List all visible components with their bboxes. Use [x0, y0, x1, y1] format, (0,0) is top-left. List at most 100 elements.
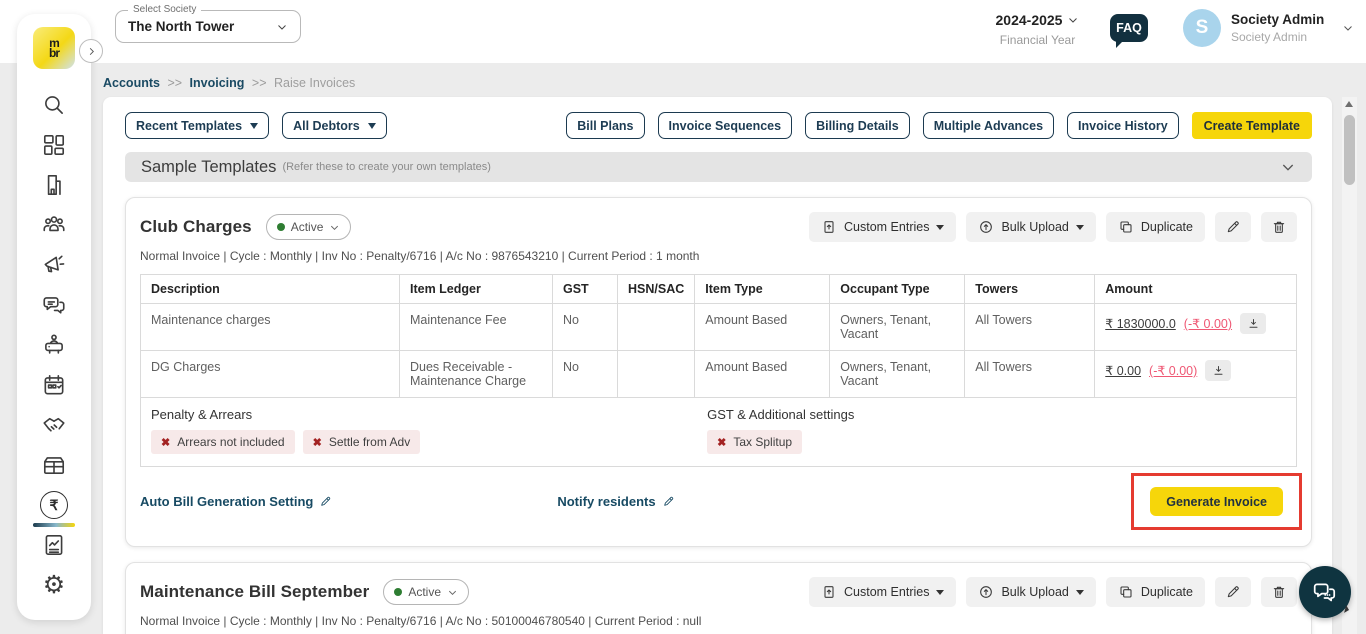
debtor-filter-dropdown[interactable]: All Debtors	[282, 112, 387, 139]
auto-bill-label: Auto Bill Generation Setting	[140, 494, 314, 509]
breadcrumb-separator: >>	[251, 76, 267, 90]
custom-entries-label: Custom Entries	[844, 220, 930, 234]
delete-template-button[interactable]	[1261, 212, 1297, 242]
sidebar-item-vendors[interactable]	[17, 405, 91, 445]
invoice-template-card-club-charges: Club Charges Active Custom Entries Bulk …	[125, 197, 1312, 547]
sidebar-item-community[interactable]	[17, 205, 91, 245]
download-icon	[1249, 318, 1258, 328]
edit-template-button[interactable]	[1215, 212, 1251, 242]
sidebar-item-inventory[interactable]	[17, 445, 91, 485]
cross-icon: ✖	[312, 436, 322, 449]
breadcrumb-accounts[interactable]: Accounts	[103, 76, 160, 90]
breadcrumb-invoicing[interactable]: Invoicing	[190, 76, 245, 90]
create-template-button[interactable]: Create Template	[1191, 112, 1312, 139]
duplicate-button[interactable]: Duplicate	[1105, 577, 1205, 607]
sidebar-item-bookings[interactable]	[17, 365, 91, 405]
edit-template-button[interactable]	[1215, 577, 1251, 607]
faq-button[interactable]: FAQ	[1110, 14, 1148, 48]
sample-templates-bar[interactable]: Sample Templates (Refer these to create …	[125, 152, 1312, 182]
chevron-right-icon	[89, 47, 94, 55]
multiple-advances-button[interactable]: Multiple Advances	[922, 112, 1055, 139]
invoice-template-card-maintenance-bill: Maintenance Bill September Active Custom…	[125, 562, 1312, 634]
sidebar-item-helpdesk[interactable]	[17, 325, 91, 365]
invoice-history-button[interactable]: Invoice History	[1067, 112, 1179, 139]
financial-year-select[interactable]: 2024-2025 Financial Year	[985, 12, 1090, 47]
card-title: Club Charges	[140, 217, 252, 236]
template-filter-dropdown[interactable]: Recent Templates	[125, 112, 270, 139]
cell-description: DG Charges	[140, 350, 400, 398]
sidebar-item-settings[interactable]: ⚙	[17, 565, 91, 605]
arrears-badge: ✖ Arrears not included	[151, 430, 295, 454]
sidebar-item-dashboard[interactable]	[17, 125, 91, 165]
cell-gst: No	[552, 303, 618, 351]
template-meta: Normal Invoice | Cycle : Monthly | Inv N…	[140, 249, 700, 263]
caret-down-icon	[250, 122, 259, 129]
template-filter-value: Recent Templates	[136, 118, 243, 133]
sidebar-item-building[interactable]	[17, 165, 91, 205]
download-button[interactable]	[1205, 360, 1232, 381]
community-icon	[43, 216, 65, 232]
chevron-down-icon	[331, 225, 339, 230]
financial-year-label: Financial Year	[999, 33, 1076, 47]
duplicate-label: Duplicate	[1140, 585, 1193, 599]
billing-details-button[interactable]: Billing Details	[805, 112, 910, 139]
chat-bubbles-icon	[43, 297, 65, 314]
user-name: Society Admin	[1231, 12, 1325, 27]
cross-icon: ✖	[717, 436, 727, 449]
tax-splitup-badge: ✖ Tax Splitup	[707, 430, 803, 454]
sidebar-item-chats[interactable]	[17, 285, 91, 325]
caret-down-icon	[936, 589, 945, 595]
amount-link[interactable]: ₹ 1830000.0	[1105, 316, 1176, 331]
adjustment-link[interactable]: (-₹ 0.00)	[1149, 363, 1197, 378]
status-badge[interactable]: Active	[383, 579, 470, 605]
chevron-down-icon	[1282, 164, 1294, 171]
sidebar-item-accounts[interactable]: ₹	[17, 485, 91, 527]
caret-down-icon	[367, 122, 376, 129]
cell-hsn-sac	[616, 350, 696, 398]
cell-item-ledger: Dues Receivable - Maintenance Charge	[399, 350, 553, 398]
user-menu[interactable]: S Society Admin Society Admin	[1183, 9, 1354, 47]
sidebar-item-search[interactable]	[17, 85, 91, 125]
auto-bill-setting-link[interactable]: Auto Bill Generation Setting	[140, 494, 332, 509]
chat-bubbles-icon	[1313, 583, 1336, 602]
custom-entries-button[interactable]: Custom Entries	[809, 577, 957, 607]
active-dot-icon	[394, 588, 403, 596]
society-select-label: Select Society	[128, 4, 202, 15]
sidebar-item-reports[interactable]	[17, 525, 91, 565]
col-amount: Amount	[1094, 274, 1297, 304]
vertical-scrollbar[interactable]	[1342, 97, 1357, 634]
document-upload-icon	[824, 221, 834, 233]
custom-entries-button[interactable]: Custom Entries	[809, 212, 957, 242]
app-logo[interactable]: m br	[33, 27, 75, 69]
template-meta: Normal Invoice | Cycle : Monthly | Inv N…	[140, 614, 702, 628]
gst-settings-title: GST & Additional settings	[707, 407, 855, 422]
notify-residents-link[interactable]: Notify residents	[557, 494, 674, 509]
scroll-up-arrow-icon[interactable]	[1345, 101, 1353, 107]
amount-link[interactable]: ₹ 0.00	[1105, 363, 1141, 378]
cell-towers: All Towers	[964, 350, 1096, 398]
sample-templates-title: Sample Templates	[141, 157, 277, 176]
status-badge[interactable]: Active	[265, 214, 352, 240]
sidebar-expand-button[interactable]	[79, 39, 103, 63]
sidebar-item-announcements[interactable]	[17, 245, 91, 285]
chat-support-fab[interactable]	[1299, 566, 1351, 618]
cell-item-type: Amount Based	[694, 350, 831, 398]
cell-hsn-sac	[616, 303, 696, 351]
duplicate-button[interactable]: Duplicate	[1105, 212, 1205, 242]
annotation-highlight-box: Generate Invoice	[1131, 473, 1302, 530]
invoice-sequences-button[interactable]: Invoice Sequences	[657, 112, 793, 139]
download-button[interactable]	[1240, 313, 1267, 334]
breadcrumb-separator: >>	[167, 76, 183, 90]
toolbar: Recent Templates All Debtors Bill Plans …	[125, 112, 1312, 139]
bill-plans-button[interactable]: Bill Plans	[566, 112, 645, 139]
adjustment-link[interactable]: (-₹ 0.00)	[1184, 316, 1232, 331]
scrollbar-thumb[interactable]	[1344, 115, 1355, 185]
col-occupant-type: Occupant Type	[829, 274, 966, 304]
delete-template-button[interactable]	[1261, 577, 1297, 607]
generate-invoice-button[interactable]: Generate Invoice	[1150, 487, 1283, 516]
calendar-icon	[44, 374, 64, 395]
chevron-down-icon	[1069, 18, 1078, 23]
society-select[interactable]: Select Society The North Tower	[115, 4, 301, 43]
bulk-upload-button[interactable]: Bulk Upload	[966, 212, 1096, 242]
bulk-upload-button[interactable]: Bulk Upload	[966, 577, 1096, 607]
